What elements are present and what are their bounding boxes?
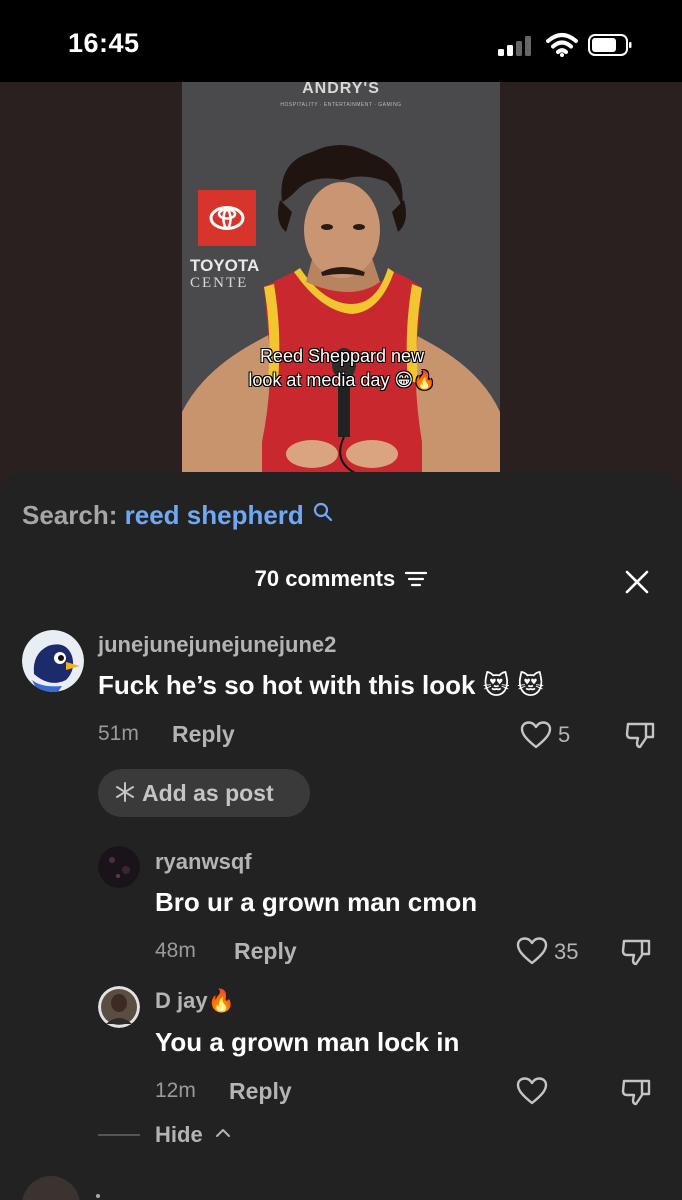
caption-line1: Reed Sheppard new: [259, 346, 425, 366]
comment-time: 48m: [155, 939, 196, 962]
wifi-icon: [546, 33, 578, 57]
battery-icon: [588, 34, 632, 56]
like-count: 5: [558, 722, 571, 747]
status-bar: 16:45: [0, 0, 682, 82]
thumbs-down-icon[interactable]: [620, 1077, 652, 1107]
search-label: Search:: [22, 500, 118, 530]
comment-time: 51m: [98, 722, 139, 745]
avatar[interactable]: [98, 846, 140, 888]
comments-count: 70 comments: [254, 566, 396, 591]
comment-text: Bro ur a grown man cmon: [155, 887, 478, 917]
search-suggestion[interactable]: Search: reed shepherd: [22, 500, 333, 531]
hide-divider: [98, 1134, 140, 1136]
close-icon[interactable]: [624, 569, 650, 595]
like-count: 35: [554, 939, 579, 964]
video-caption: Reed Sheppard new look at media day 😁🔥: [202, 344, 482, 392]
video-player[interactable]: ANDRY'S HOSPITALITY · ENTERTAINMENT · GA…: [0, 82, 682, 502]
comment-username[interactable]: D jay🔥: [155, 988, 235, 1014]
player-figure: [182, 144, 500, 474]
sparkle-icon: [116, 782, 134, 802]
thumbs-down-icon[interactable]: [624, 720, 656, 750]
heart-icon[interactable]: [516, 937, 548, 965]
avatar[interactable]: [22, 630, 84, 692]
reply-button[interactable]: Reply: [172, 721, 235, 748]
signal-icon: [498, 36, 534, 56]
chevron-up-icon[interactable]: [215, 1127, 231, 1139]
search-icon[interactable]: [313, 502, 333, 522]
video-frame[interactable]: ANDRY'S HOSPITALITY · ENTERTAINMENT · GA…: [182, 82, 500, 474]
comment-text: You a grown man lock in: [155, 1027, 460, 1057]
add-as-post-button[interactable]: Add as post: [98, 769, 310, 817]
comment-time: 12m: [155, 1079, 196, 1102]
comment-text: Fuck he’s so hot with this look 😻 😻: [98, 670, 545, 700]
thumbs-down-icon[interactable]: [620, 937, 652, 967]
reply-button[interactable]: Reply: [229, 1078, 292, 1105]
reply-button[interactable]: Reply: [234, 938, 297, 965]
heart-icon[interactable]: [516, 1077, 548, 1105]
hide-replies-button[interactable]: Hide: [155, 1122, 203, 1148]
avatar[interactable]: [98, 986, 140, 1028]
next-comment-username-fragment: [96, 1194, 100, 1198]
status-time: 16:45: [68, 28, 140, 58]
filter-icon[interactable]: [405, 571, 428, 587]
search-term-link[interactable]: reed shepherd: [125, 500, 304, 530]
avatar[interactable]: [22, 1176, 80, 1200]
comments-header: 70 comments: [0, 566, 682, 592]
add-as-post-label: Add as post: [142, 780, 274, 806]
comment-username[interactable]: junejunejunejunejune2: [98, 632, 336, 658]
caption-line2: look at media day 😁🔥: [248, 370, 436, 390]
comments-panel: Search: reed shepherd 70 comments juneju…: [0, 472, 682, 1200]
comment-username[interactable]: ryanwsqf: [155, 849, 252, 875]
heart-icon[interactable]: [520, 721, 552, 749]
